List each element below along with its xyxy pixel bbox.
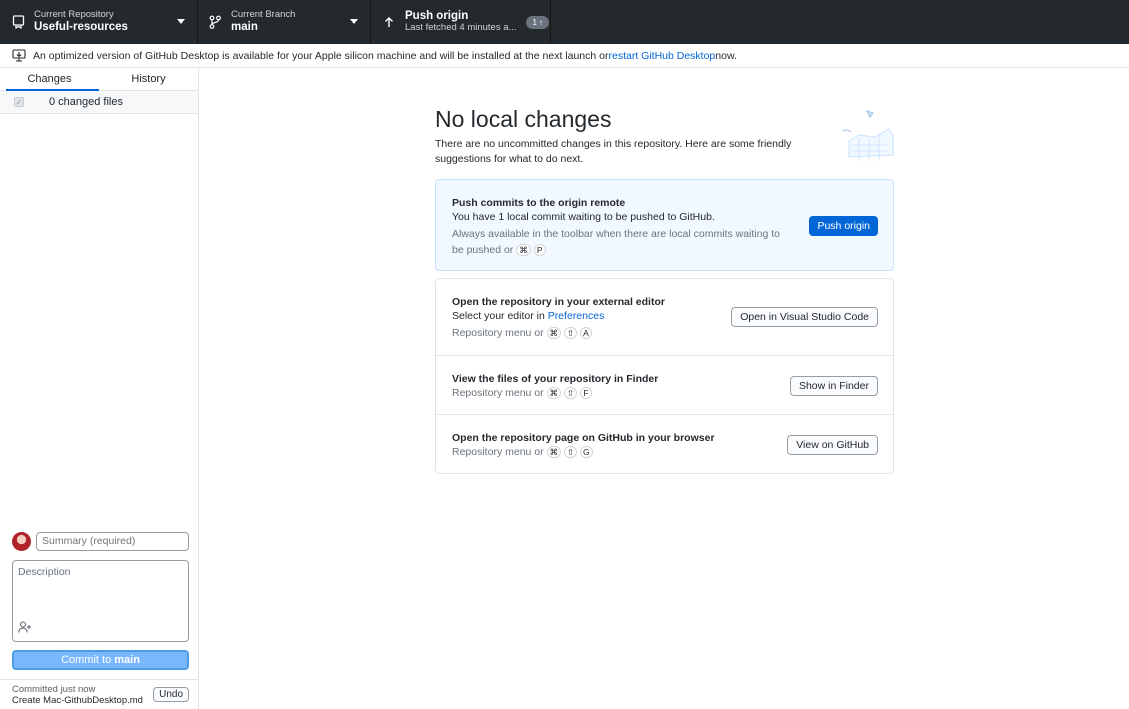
branch-name: main [231, 20, 258, 33]
description-placeholder: Description [18, 566, 71, 578]
finder-suggestion: View the files of your repository in Fin… [436, 356, 893, 415]
repo-icon [10, 14, 26, 30]
editor-hint: Repository menu or ⌘ ⇧ A [452, 326, 665, 342]
add-coauthor-icon[interactable] [18, 621, 32, 636]
github-title: Open the repository page on GitHub in yo… [452, 432, 715, 444]
github-hint: Repository menu or ⌘ ⇧ G [452, 445, 715, 461]
arrow-up-icon [381, 14, 397, 30]
show-in-finder-button[interactable]: Show in Finder [789, 376, 878, 396]
computer-download-icon [12, 49, 26, 63]
key-f: F [580, 387, 593, 400]
restart-link[interactable]: restart GitHub Desktop [608, 50, 715, 62]
summary-input[interactable] [36, 531, 189, 551]
command-key-icon: ⌘ [516, 243, 531, 256]
preferences-link[interactable]: Preferences [548, 310, 605, 322]
push-card-description: You have 1 local commit waiting to be pu… [452, 211, 715, 223]
current-branch-button[interactable]: Current Branch main [198, 0, 371, 44]
push-card-title: Push commits to the origin remote [452, 197, 626, 209]
banner-text: An optimized version of GitHub Desktop i… [33, 50, 609, 62]
sidebar-tabs: Changes History [0, 68, 198, 91]
last-commit-panel: Committed just now Create Mac-GithubDesk… [0, 679, 198, 709]
repository-label: Current Repository [34, 8, 114, 20]
page-title: No local changes [435, 106, 612, 132]
editor-suggestion: Open the repository in your external edi… [436, 279, 893, 356]
tab-changes[interactable]: Changes [0, 68, 99, 91]
current-repository-button[interactable]: Current Repository Useful-resources [0, 0, 198, 44]
key-a: A [580, 327, 593, 340]
tab-history[interactable]: History [99, 68, 198, 90]
commit-form: Description Commit to main [0, 530, 198, 670]
editor-title: Open the repository in your external edi… [452, 296, 665, 308]
main-content: No local changes There are no uncommitte… [199, 68, 1129, 709]
open-in-editor-button[interactable]: Open in Visual Studio Code [731, 307, 878, 327]
banner-text-end: now. [715, 50, 737, 62]
empty-state-illustration [837, 105, 897, 166]
toolbar: Current Repository Useful-resources Curr… [0, 0, 1129, 44]
key-p: P [533, 243, 546, 256]
command-key-icon: ⌘ [546, 327, 562, 340]
push-origin-card-button[interactable]: Push origin [809, 216, 878, 236]
repository-name: Useful-resources [34, 20, 128, 33]
sidebar: Changes History ✓ 0 changed files Descri… [0, 68, 199, 709]
finder-hint: Repository menu or ⌘ ⇧ F [452, 386, 658, 402]
push-origin-button[interactable]: Push origin Last fetched 4 minutes a... … [371, 0, 551, 44]
key-g: G [580, 446, 593, 459]
select-all-checkbox[interactable]: ✓ [14, 97, 24, 107]
shift-key-icon: ⇧ [563, 327, 578, 340]
changed-files-header: ✓ 0 changed files [0, 91, 198, 114]
branch-icon [207, 14, 223, 30]
finder-title: View the files of your repository in Fin… [452, 373, 659, 385]
chevron-down-icon [350, 19, 358, 24]
suggestions-card: Open the repository in your external edi… [435, 278, 894, 474]
view-on-github-button[interactable]: View on GitHub [787, 435, 878, 455]
undo-button[interactable]: Undo [153, 687, 189, 702]
shift-key-icon: ⇧ [563, 387, 578, 400]
fetch-status: Last fetched 4 minutes a... [405, 22, 517, 34]
shift-key-icon: ⇧ [563, 446, 578, 459]
page-subtitle: There are no uncommitted changes in this… [435, 138, 792, 166]
push-card-hint: Always available in the toolbar when the… [452, 228, 780, 256]
commit-button[interactable]: Commit to main [12, 650, 189, 670]
command-key-icon: ⌘ [546, 446, 562, 459]
avatar [12, 531, 31, 551]
editor-description: Select your editor in Preferences [452, 310, 605, 322]
branch-label: Current Branch [231, 8, 296, 20]
no-changes-header: No local changes There are no uncommitte… [435, 106, 895, 167]
description-field[interactable]: Description [12, 560, 189, 642]
changed-files-count: 0 changed files [49, 96, 123, 108]
update-banner: An optimized version of GitHub Desktop i… [0, 45, 1129, 68]
github-suggestion: Open the repository page on GitHub in yo… [436, 415, 893, 473]
ahead-count-badge: 1 ↑ [526, 15, 549, 29]
command-key-icon: ⌘ [546, 387, 562, 400]
chevron-down-icon [177, 19, 185, 24]
push-commits-card: Push commits to the origin remote You ha… [435, 179, 894, 271]
